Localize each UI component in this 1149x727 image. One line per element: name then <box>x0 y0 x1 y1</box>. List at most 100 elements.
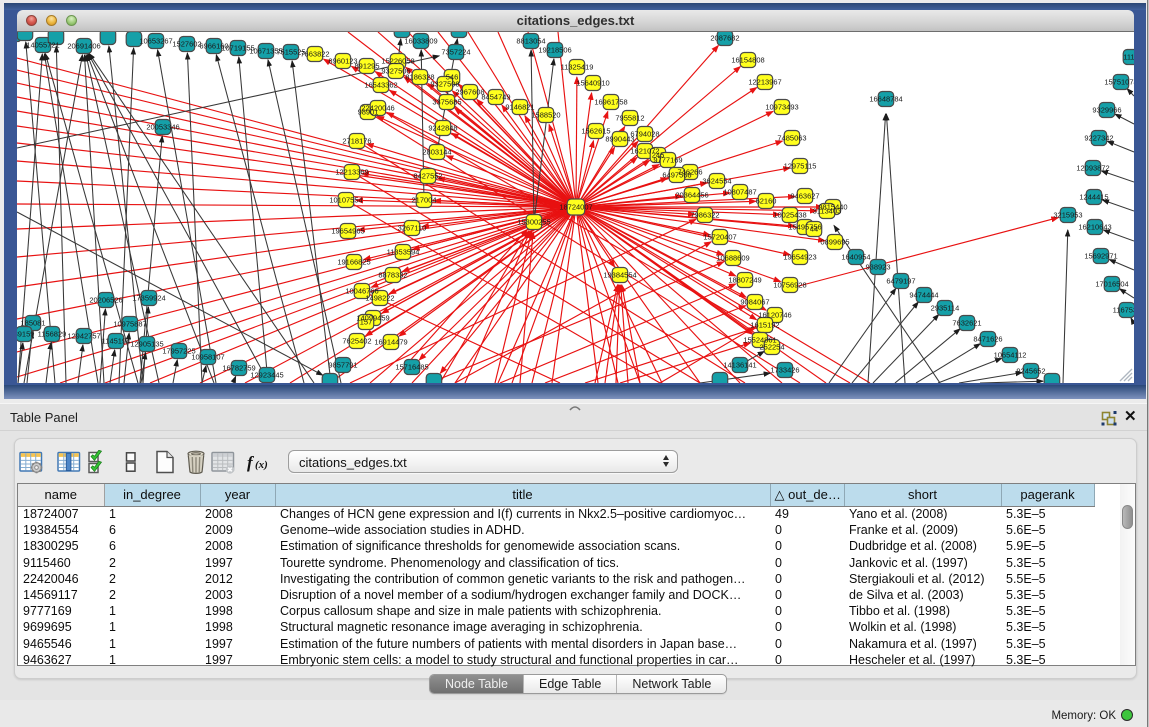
svg-text:44: 44 <box>810 224 818 233</box>
svg-text:1167533: 1167533 <box>1113 305 1134 314</box>
svg-text:9857791: 9857791 <box>328 360 357 369</box>
svg-text:8960123: 8960123 <box>328 56 357 65</box>
svg-text:938923: 938923 <box>865 262 890 271</box>
svg-text:3215953: 3215953 <box>1053 210 1082 219</box>
svg-text:8454749: 8454749 <box>481 92 510 101</box>
svg-text:15640910: 15640910 <box>576 78 609 87</box>
svg-text:6794028: 6794028 <box>630 129 659 138</box>
svg-text:3624554: 3624554 <box>702 176 731 185</box>
svg-text:6497568: 6497568 <box>662 170 691 179</box>
svg-text:17016504: 17016504 <box>1095 279 1128 288</box>
svg-text:891295: 891295 <box>354 61 379 70</box>
svg-text:20364456: 20364456 <box>675 190 708 199</box>
svg-text:19654923: 19654923 <box>783 252 816 261</box>
svg-text:217004: 217004 <box>411 195 436 204</box>
svg-text:20691406: 20691406 <box>67 41 100 50</box>
svg-text:16033809: 16033809 <box>404 36 437 45</box>
svg-text:10807487: 10807487 <box>723 187 756 196</box>
svg-text:1498222: 1498222 <box>365 293 394 302</box>
svg-text:9474444: 9474444 <box>909 290 938 299</box>
svg-text:10973493: 10973493 <box>765 102 798 111</box>
svg-text:0899695: 0899695 <box>820 237 849 246</box>
svg-text:1588520: 1588520 <box>531 110 560 119</box>
svg-text:14136141: 14136141 <box>723 360 756 369</box>
svg-text:1112: 1112 <box>1123 52 1134 61</box>
svg-text:16210643: 16210643 <box>1078 222 1111 231</box>
svg-text:2803144: 2803144 <box>422 147 451 156</box>
svg-text:16648784: 16648784 <box>869 94 902 103</box>
svg-text:17359924: 17359924 <box>132 293 165 302</box>
svg-text:(x): (x) <box>255 459 268 471</box>
svg-text:8471626: 8471626 <box>973 334 1002 343</box>
svg-text:1615192: 1615192 <box>750 320 779 329</box>
svg-text:1244415: 1244415 <box>1079 192 1108 201</box>
svg-text:10025438: 10025438 <box>773 210 806 219</box>
svg-text:2087682: 2087682 <box>710 33 739 42</box>
svg-text:16961758: 16961758 <box>594 97 627 106</box>
svg-text:3375685: 3375685 <box>432 97 461 106</box>
svg-text:1733426: 1733426 <box>770 365 799 374</box>
svg-text:20206526: 20206526 <box>89 295 122 304</box>
svg-text:185081: 185081 <box>20 318 45 327</box>
svg-text:7663822: 7663822 <box>300 49 329 58</box>
svg-text:20053346: 20053346 <box>146 122 179 131</box>
svg-text:19218506: 19218506 <box>538 45 571 54</box>
svg-text:8427552: 8427552 <box>413 171 442 180</box>
svg-text:3267110: 3267110 <box>398 223 427 232</box>
svg-text:15300255: 15300255 <box>517 217 550 226</box>
svg-text:3113403: 3113403 <box>813 206 842 215</box>
svg-text:f: f <box>247 453 255 472</box>
svg-text:1145194: 1145194 <box>102 336 131 345</box>
svg-text:11353594: 11353594 <box>387 247 420 256</box>
svg-text:10653267: 10653267 <box>139 36 172 45</box>
svg-text:8813054: 8813054 <box>516 36 545 45</box>
svg-text:62160: 62160 <box>756 196 777 205</box>
svg-text:9777169: 9777169 <box>653 155 682 164</box>
svg-text:12923445: 12923445 <box>250 370 283 379</box>
svg-text:7632621: 7632621 <box>952 318 981 327</box>
svg-text:1527602: 1527602 <box>172 39 201 48</box>
svg-text:12975115: 12975115 <box>784 161 817 170</box>
svg-text:10756928: 10756928 <box>773 280 806 289</box>
svg-text:18807249: 18807249 <box>728 275 761 284</box>
svg-text:10654112: 10654112 <box>994 350 1027 359</box>
svg-text:9146821: 9146821 <box>505 102 534 111</box>
svg-text:9463627: 9463627 <box>790 191 819 200</box>
svg-text:11325419: 11325419 <box>561 62 594 71</box>
svg-text:7357224: 7357224 <box>441 47 470 56</box>
svg-text:19654965: 19654965 <box>331 226 364 235</box>
svg-text:9084067: 9084067 <box>740 297 769 306</box>
svg-text:9242848: 9242848 <box>428 123 457 132</box>
svg-text:9245652: 9245652 <box>1016 366 1045 375</box>
svg-text:8878332: 8878332 <box>378 270 407 279</box>
svg-text:15720407: 15720407 <box>703 232 736 241</box>
svg-text:7625402: 7625402 <box>342 336 371 345</box>
svg-text:10958107: 10958107 <box>191 352 224 361</box>
svg-text:2935114: 2935114 <box>931 303 960 312</box>
svg-text:19384554: 19384554 <box>603 270 636 279</box>
svg-text:16914479: 16914479 <box>374 337 407 346</box>
svg-text:22420046: 22420046 <box>361 103 394 112</box>
svg-text:18724007: 18724007 <box>559 203 592 212</box>
svg-text:7986322: 7986322 <box>690 210 719 219</box>
svg-text:10688609: 10688609 <box>716 253 749 262</box>
svg-text:1156829: 1156829 <box>38 329 67 338</box>
svg-text:157: 157 <box>360 317 373 326</box>
svg-text:16154808: 16154808 <box>731 55 764 64</box>
svg-text:9227342: 9227342 <box>1084 133 1113 142</box>
svg-text:16543362: 16543362 <box>364 80 397 89</box>
svg-text:10975887: 10975887 <box>113 319 146 328</box>
svg-text:14055721: 14055721 <box>26 40 59 49</box>
svg-text:19166825: 19166825 <box>337 257 370 266</box>
svg-text:15692971: 15692971 <box>1084 251 1117 260</box>
svg-text:15751074: 15751074 <box>1104 77 1134 86</box>
svg-text:2718176: 2718176 <box>342 136 371 145</box>
svg-text:12213967: 12213967 <box>748 77 781 86</box>
svg-text:39159: 39159 <box>17 329 34 338</box>
svg-text:12213369: 12213369 <box>335 167 368 176</box>
svg-text:6479197: 6479197 <box>886 276 915 285</box>
svg-text:1640954: 1640954 <box>841 252 870 261</box>
svg-text:15226058: 15226058 <box>381 56 414 65</box>
svg-text:9329966: 9329966 <box>1092 105 1121 114</box>
svg-text:12942757: 12942757 <box>67 331 100 340</box>
